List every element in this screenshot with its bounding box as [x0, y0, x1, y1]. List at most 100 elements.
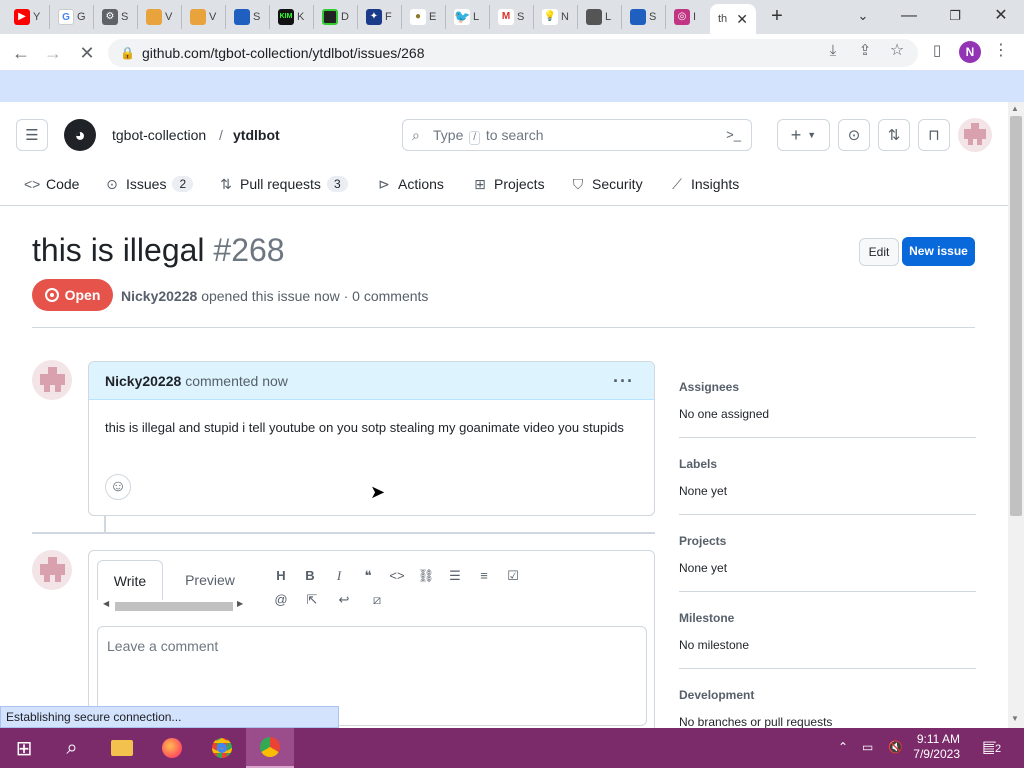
scroll-right-icon[interactable]: ▶ [237, 599, 243, 608]
browser-tab[interactable]: L [578, 5, 622, 29]
browser-tab[interactable]: S [226, 5, 270, 29]
issues-nav-button[interactable]: ⊙ [838, 119, 870, 151]
user-avatar[interactable] [958, 118, 992, 152]
heading-icon[interactable]: H [270, 565, 292, 587]
slash-commands-icon[interactable]: ⧄ [366, 589, 388, 611]
menu-kebab-icon[interactable]: ⋮ [990, 40, 1012, 62]
italic-icon[interactable]: I [328, 565, 350, 587]
command-palette-icon[interactable]: >_ [726, 120, 741, 150]
browser-tab[interactable]: 🐦 L [446, 5, 490, 29]
unordered-list-icon[interactable]: ☰ [444, 565, 466, 587]
network-icon[interactable]: ▭ [862, 740, 873, 754]
browser-tab[interactable]: ⚙ S [94, 5, 138, 29]
browser-tab[interactable]: ● E [402, 5, 446, 29]
toolbar-scrollbar[interactable]: ◀ ▶ [101, 599, 247, 613]
scroll-up-icon[interactable]: ▲ [1011, 104, 1019, 113]
breadcrumb-repo[interactable]: ytdlbot [233, 127, 280, 143]
tab-pull-requests[interactable]: ⇅ Pull requests 3 [218, 174, 348, 194]
reply-icon[interactable]: ↩ [333, 589, 355, 611]
pull-requests-nav-button[interactable]: ⇅ [878, 119, 910, 151]
create-new-button[interactable]: + ▼ [777, 119, 830, 151]
cross-reference-icon[interactable]: ⇱ [301, 589, 323, 611]
tab-search-icon[interactable]: ⌄ [852, 6, 874, 26]
scrollbar-thumb[interactable] [1010, 116, 1022, 516]
sidebar-projects[interactable]: Projects None yet [679, 534, 976, 575]
bookmark-star-icon[interactable]: ☆ [886, 40, 908, 62]
link-icon[interactable]: ⛓ [415, 565, 437, 587]
new-tab-button[interactable]: + [766, 6, 788, 26]
quote-icon[interactable]: ❝ [357, 565, 379, 587]
browser-tab[interactable]: GG [50, 5, 94, 29]
notification-center-icon[interactable]: ▤ 2 [982, 737, 1006, 759]
tab-security[interactable]: ⛉ Security [570, 174, 643, 194]
browser-tab[interactable]: ✦ F [358, 5, 402, 29]
tab-code[interactable]: <> Code [24, 174, 79, 194]
browser-tab[interactable]: V [182, 5, 226, 29]
sidebar-development[interactable]: Development No branches or pull requests [679, 688, 976, 728]
kebab-horizontal-icon[interactable]: ··· [613, 362, 634, 400]
firefox-icon[interactable] [148, 728, 196, 768]
address-bar[interactable]: 🔒 github.com/tgbot-collection/ytdlbot/is… [108, 39, 918, 67]
volume-muted-icon[interactable]: 🔇 [888, 740, 903, 754]
task-list-icon[interactable]: ☑ [502, 565, 524, 587]
comment-author-avatar[interactable] [32, 360, 72, 400]
current-user-avatar[interactable] [32, 550, 72, 590]
sidebar-milestone[interactable]: Milestone No milestone [679, 611, 976, 652]
browser-tab[interactable]: S [622, 5, 666, 29]
browser-tab[interactable]: MS [490, 5, 534, 29]
comment-author-link[interactable]: Nicky20228 [105, 373, 181, 389]
browser-tab[interactable]: ◎ I [666, 5, 710, 29]
install-icon[interactable]: ⤓ [822, 40, 844, 62]
chrome-icon[interactable] [198, 728, 246, 768]
tab-issues[interactable]: ⊙ Issues 2 [104, 174, 194, 194]
tab-write[interactable]: Write [97, 560, 163, 600]
back-icon[interactable]: ← [10, 42, 32, 64]
page-scrollbar[interactable]: ▲ ▼ [1008, 102, 1024, 728]
tab-projects[interactable]: ⊞ Projects [472, 174, 544, 194]
chevron-up-icon[interactable]: ⌃ [838, 740, 848, 754]
restore-button[interactable]: ❐ [944, 6, 966, 26]
edit-button[interactable]: Edit [859, 238, 899, 266]
tab-close-icon[interactable]: ✕ [736, 11, 748, 28]
bold-icon[interactable]: B [299, 565, 321, 587]
tab-preview[interactable]: Preview [175, 560, 245, 600]
search-icon[interactable]: ⌕ [48, 728, 96, 768]
browser-tab-active[interactable]: th ✕ [710, 4, 756, 34]
share-icon[interactable]: ⇪ [854, 40, 876, 62]
sidebar-labels[interactable]: Labels None yet [679, 457, 976, 498]
issue-author-link[interactable]: Nicky20228 [121, 288, 197, 304]
ordered-list-icon[interactable]: ≡ [473, 565, 495, 587]
inbox-button[interactable]: ⊓ [918, 119, 950, 151]
minimize-button[interactable]: — [898, 6, 920, 26]
new-issue-button[interactable]: New issue [902, 237, 975, 266]
scroll-left-icon[interactable]: ◀ [103, 599, 109, 608]
tab-insights[interactable]: ⟋ Insights [669, 174, 739, 194]
file-explorer-icon[interactable] [98, 728, 146, 768]
breadcrumb-owner[interactable]: tgbot-collection [112, 127, 206, 143]
sidebar-assignees[interactable]: Assignees No one assigned [679, 380, 976, 421]
close-window-button[interactable]: ✕ [990, 6, 1012, 26]
scrollbar-thumb[interactable] [115, 602, 233, 611]
browser-tab[interactable]: V [138, 5, 182, 29]
tab-actions[interactable]: ⊳ Actions [376, 174, 444, 194]
chrome-profile-icon[interactable] [246, 728, 294, 768]
github-logo-icon[interactable]: ◕ [64, 119, 96, 151]
browser-tab[interactable]: D [314, 5, 358, 29]
browser-tab[interactable]: ▶ Y [6, 5, 50, 29]
mention-icon[interactable]: @ [270, 589, 292, 611]
issue-title: this is illegal #268 [32, 232, 285, 268]
scroll-down-icon[interactable]: ▼ [1011, 714, 1019, 723]
side-panel-icon[interactable]: ▯ [926, 40, 948, 62]
browser-tab[interactable]: 💡 N [534, 5, 578, 29]
windows-start-icon[interactable]: ⊞ [0, 728, 48, 768]
forward-icon[interactable]: → [42, 42, 64, 64]
profile-avatar[interactable]: N [959, 41, 981, 63]
search-input[interactable]: ⌕ Type / to search >_ [402, 119, 752, 151]
lock-icon[interactable]: 🔒 [120, 39, 135, 67]
hamburger-menu-button[interactable]: ☰ [16, 119, 48, 151]
code-icon[interactable]: <> [386, 565, 408, 587]
add-reaction-smiley-icon[interactable]: ☺ [105, 474, 131, 500]
stop-loading-icon[interactable]: ✕ [76, 42, 98, 64]
browser-tab[interactable]: KIM K [270, 5, 314, 29]
system-clock[interactable]: 9:11 AM 7/9/2023 [913, 732, 960, 762]
